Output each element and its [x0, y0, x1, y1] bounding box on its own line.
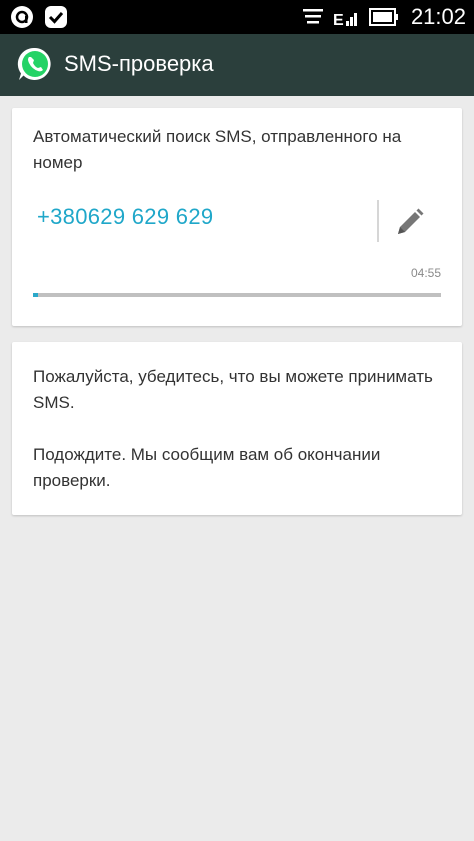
notification-icon: [302, 9, 323, 24]
progress-bar: [33, 293, 441, 297]
battery-icon: [368, 8, 398, 26]
verification-card: Автоматический поиск SMS, отправленного …: [12, 108, 462, 326]
phone-number: +380629 629 629: [37, 204, 214, 229]
clock: 21:02: [410, 4, 466, 29]
app-icon: [11, 6, 33, 28]
signal-icon: E: [333, 12, 357, 28]
info-card: Пожалуйста, убедитесь, что вы можете при…: [12, 342, 462, 515]
network-type: E: [333, 12, 344, 28]
description-text: Автоматический поиск SMS, отправленного …: [33, 127, 402, 172]
checkmark-icon: [45, 6, 67, 28]
status-bar: E 21:02: [0, 0, 474, 34]
divider: [377, 200, 379, 242]
progress-fill: [33, 293, 38, 297]
app-bar: SMS-проверка: [0, 34, 474, 96]
page-title: SMS-проверка: [64, 51, 214, 76]
info-text-1: Пожалуйста, убедитесь, что вы можете при…: [33, 367, 433, 412]
whatsapp-icon: [17, 47, 51, 80]
countdown-timer: 04:55: [410, 266, 441, 280]
info-text-2: Подождите. Мы сообщим вам об окончании п…: [33, 445, 381, 490]
pencil-icon[interactable]: [394, 206, 426, 238]
